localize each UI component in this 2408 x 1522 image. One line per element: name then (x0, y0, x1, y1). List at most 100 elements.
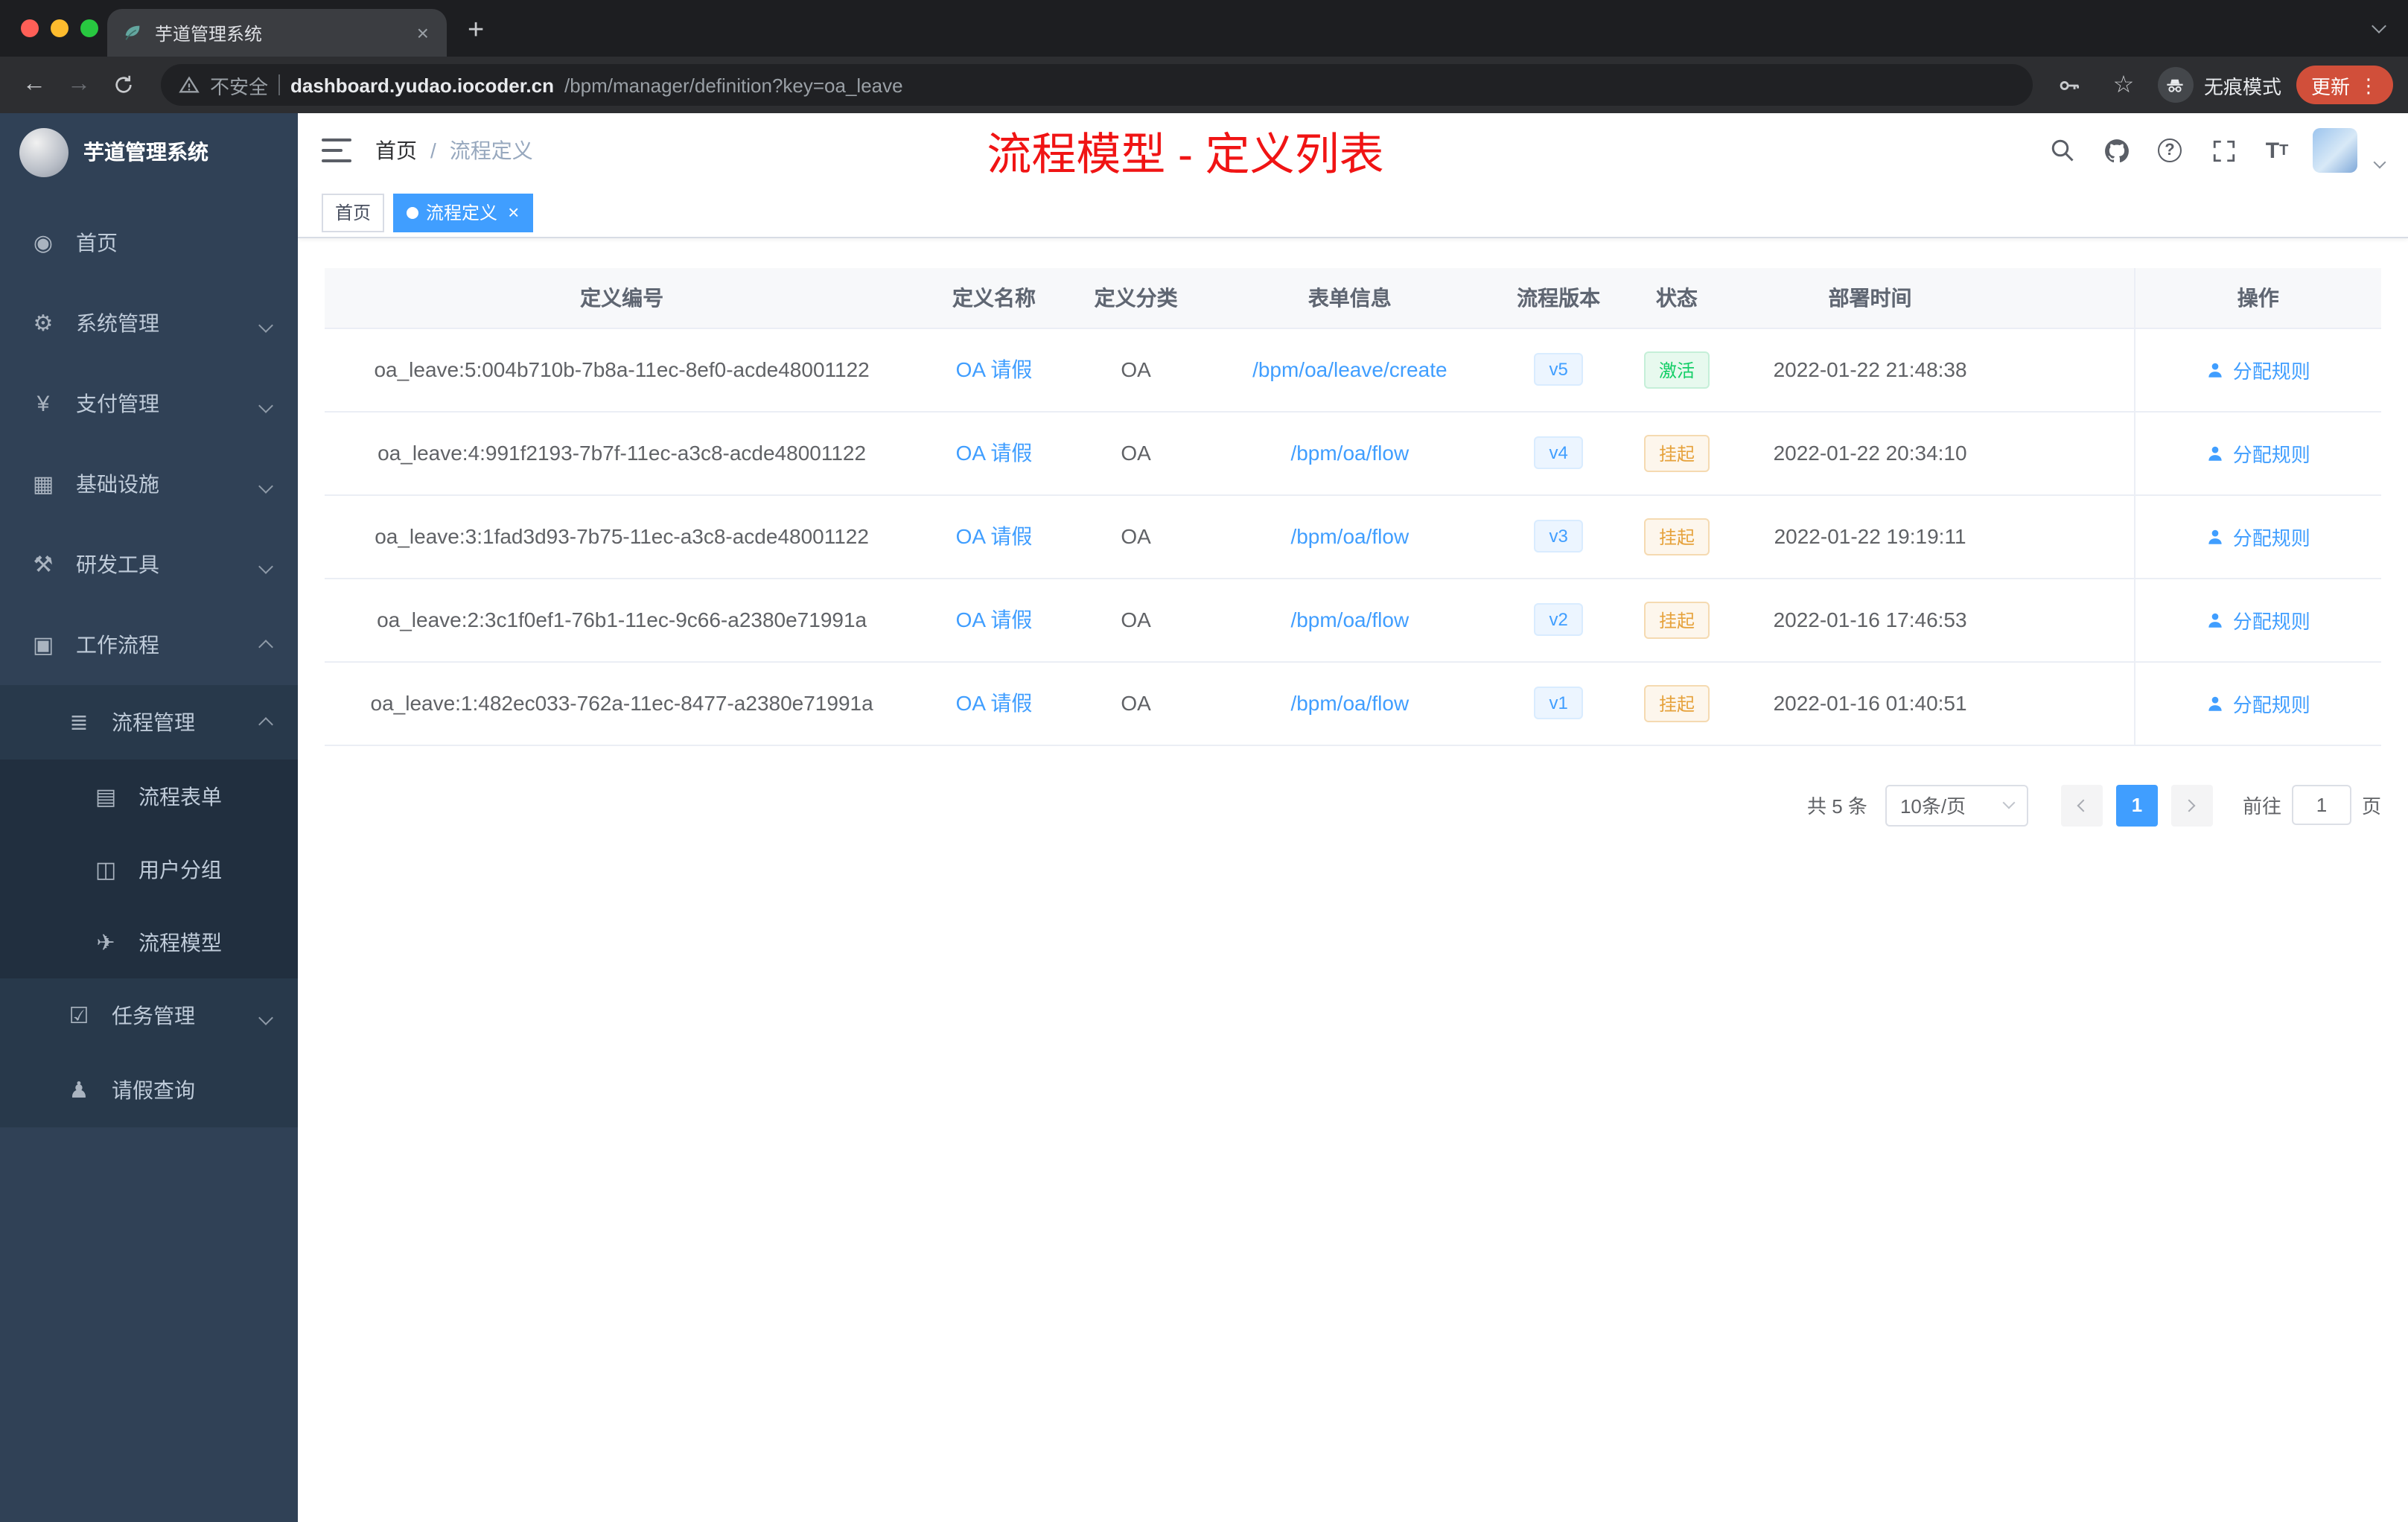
tab-close-icon[interactable]: × (414, 21, 432, 45)
sidebar-item-dev-tools[interactable]: ⚒ 研发工具 (0, 524, 298, 605)
sidebar-toggle-icon[interactable] (322, 138, 351, 162)
filler-cell (2007, 411, 2135, 495)
assign-rule-link[interactable]: 分配规则 (2206, 689, 2310, 717)
version-badge: v1 (1534, 687, 1583, 719)
sidebar-item-user-group[interactable]: ◫ 用户分组 (0, 832, 298, 905)
definition-name-link[interactable]: OA 请假 (956, 608, 1033, 631)
sidebar-item-process-model[interactable]: ✈ 流程模型 (0, 905, 298, 978)
tag-home[interactable]: 首页 (322, 193, 385, 232)
tools-icon: ⚒ (33, 553, 54, 578)
prev-page-button[interactable] (2060, 784, 2103, 826)
definition-name-link[interactable]: OA 请假 (956, 357, 1033, 381)
help-icon[interactable]: ? (2152, 133, 2188, 168)
sidebar-item-leave-query[interactable]: ♟ 请假查询 (0, 1053, 298, 1127)
tag-close-icon[interactable]: × (508, 201, 519, 223)
assign-rule-label: 分配规则 (2232, 360, 2310, 382)
fullscreen-icon[interactable] (2205, 133, 2241, 168)
definition-name-link[interactable]: OA 请假 (956, 441, 1033, 465)
version-badge: v5 (1534, 353, 1583, 386)
avatar-chevron-down-icon[interactable] (2373, 147, 2386, 174)
form-info-link[interactable]: /bpm/oa/flow (1290, 608, 1409, 631)
browser-back-button[interactable]: ← (15, 66, 54, 104)
form-info-link[interactable]: /bpm/oa/flow (1290, 441, 1409, 465)
tag-label: 流程定义 (426, 203, 498, 223)
goto-page-input[interactable] (2291, 785, 2351, 825)
person-icon (2209, 445, 2223, 460)
sidebar-item-label: 流程模型 (138, 930, 222, 954)
browser-tab[interactable]: 芋道管理系统 × (107, 9, 447, 57)
sidebar-logo[interactable]: 芋道管理系统 (0, 113, 298, 191)
close-window-button[interactable] (21, 19, 39, 37)
assign-rule-link[interactable]: 分配规则 (2206, 522, 2310, 550)
process-list-icon: ≣ (69, 710, 89, 736)
sidebar-item-task-management[interactable]: ☑ 任务管理 (0, 978, 298, 1053)
breadcrumb-separator: / (430, 138, 436, 162)
tab-search-chevron-icon[interactable] (2372, 12, 2386, 39)
font-size-icon[interactable]: TT (2259, 133, 2295, 168)
assign-rule-link[interactable]: 分配规则 (2206, 439, 2310, 467)
tags-view-bar: 首页 流程定义 × (298, 188, 2408, 238)
sidebar-item-payment[interactable]: ¥ 支付管理 (0, 363, 298, 444)
page-number-button[interactable]: 1 (2115, 784, 2158, 826)
form-info-link[interactable]: /bpm/oa/flow (1290, 691, 1409, 715)
status-tag: 挂起 (1643, 518, 1710, 555)
filler-cell (2007, 328, 2135, 412)
warning-triangle-icon (179, 76, 200, 93)
chevron-up-icon (258, 633, 273, 657)
pagination-total: 共 5 条 (1807, 795, 1867, 818)
version-badge: v4 (1534, 436, 1583, 469)
goto-page: 前往 页 (2243, 785, 2381, 825)
github-icon[interactable] (2098, 133, 2134, 168)
gear-icon: ⚙ (33, 311, 54, 337)
bookmark-star-icon[interactable]: ☆ (2104, 66, 2143, 104)
form-info-link[interactable]: /bpm/oa/leave/create (1252, 357, 1447, 381)
chevron-down-icon (258, 553, 273, 576)
breadcrumb-home[interactable]: 首页 (375, 136, 417, 165)
toolbar-right-cluster: ☆ 无痕模式 更新 ⋮ (2051, 66, 2393, 104)
password-key-icon[interactable] (2051, 66, 2089, 104)
sidebar-item-system[interactable]: ⚙ 系统管理 (0, 283, 298, 363)
security-label: 不安全 (210, 75, 269, 98)
process-management-submenu: ▤ 流程表单 ◫ 用户分组 ✈ 流程模型 (0, 760, 298, 978)
screenshot-root: 芋道管理系统 × + ← → 不安全 dashboard.yudao.iocod… (0, 0, 2408, 1522)
form-info-link[interactable]: /bpm/oa/flow (1290, 524, 1409, 548)
header-filler (2007, 268, 2135, 328)
tag-process-definition[interactable]: 流程定义 × (393, 193, 533, 232)
definition-id: oa_leave:2:3c1f0ef1-76b1-11ec-9c66-a2380… (377, 608, 867, 631)
browser-update-button[interactable]: 更新 ⋮ (2296, 66, 2393, 104)
next-page-button[interactable] (2170, 784, 2213, 826)
kebab-menu-icon[interactable]: ⋮ (2359, 75, 2378, 95)
minimize-window-button[interactable] (51, 19, 69, 37)
app-navbar: 首页 / 流程定义 流程模型 - 定义列表 ? TT (298, 113, 2408, 188)
definition-id: oa_leave:4:991f2193-7b7f-11ec-a3c8-acde4… (378, 441, 867, 465)
chevron-down-icon (258, 472, 273, 496)
sidebar-item-infrastructure[interactable]: ▦ 基础设施 (0, 444, 298, 524)
sidebar-item-process-form[interactable]: ▤ 流程表单 (0, 760, 298, 832)
maximize-window-button[interactable] (80, 19, 98, 37)
assign-rule-label: 分配规则 (2232, 610, 2310, 632)
browser-forward-button[interactable]: → (60, 66, 98, 104)
version-badge: v3 (1534, 520, 1583, 553)
new-tab-button[interactable]: + (468, 15, 484, 48)
page-content: 定义编号 定义名称 定义分类 表单信息 流程版本 状态 部署时间 操作 oa_l… (298, 238, 2408, 1522)
definition-category: OA (1121, 441, 1151, 465)
deploy-time: 2022-01-22 19:19:11 (1774, 524, 1966, 548)
definition-id: oa_leave:5:004b710b-7b8a-11ec-8ef0-acde4… (374, 357, 870, 381)
app-title: 芋道管理系统 (83, 140, 208, 164)
user-avatar[interactable] (2313, 128, 2357, 173)
sidebar-item-workflow[interactable]: ▣ 工作流程 (0, 605, 298, 685)
search-icon[interactable] (2045, 133, 2080, 168)
sidebar-item-home[interactable]: ◉ 首页 (0, 203, 298, 283)
favicon-leaf-icon (125, 25, 140, 40)
assign-rule-link[interactable]: 分配规则 (2206, 355, 2310, 383)
assign-rule-link[interactable]: 分配规则 (2206, 605, 2310, 634)
main-area: 首页 / 流程定义 流程模型 - 定义列表 ? TT 首页 流程定义 × 定义编… (298, 113, 2408, 1522)
sidebar-item-process-management[interactable]: ≣ 流程管理 (0, 685, 298, 760)
definition-category: OA (1121, 691, 1151, 715)
browser-refresh-button[interactable] (104, 66, 143, 104)
definition-name-link[interactable]: OA 请假 (956, 691, 1033, 715)
definition-name-link[interactable]: OA 请假 (956, 524, 1033, 548)
sidebar-item-label: 工作流程 (76, 633, 159, 657)
page-size-select[interactable]: 10条/页 (1885, 784, 2028, 826)
address-bar[interactable]: 不安全 dashboard.yudao.iocoder.cn/bpm/manag… (161, 64, 2033, 106)
